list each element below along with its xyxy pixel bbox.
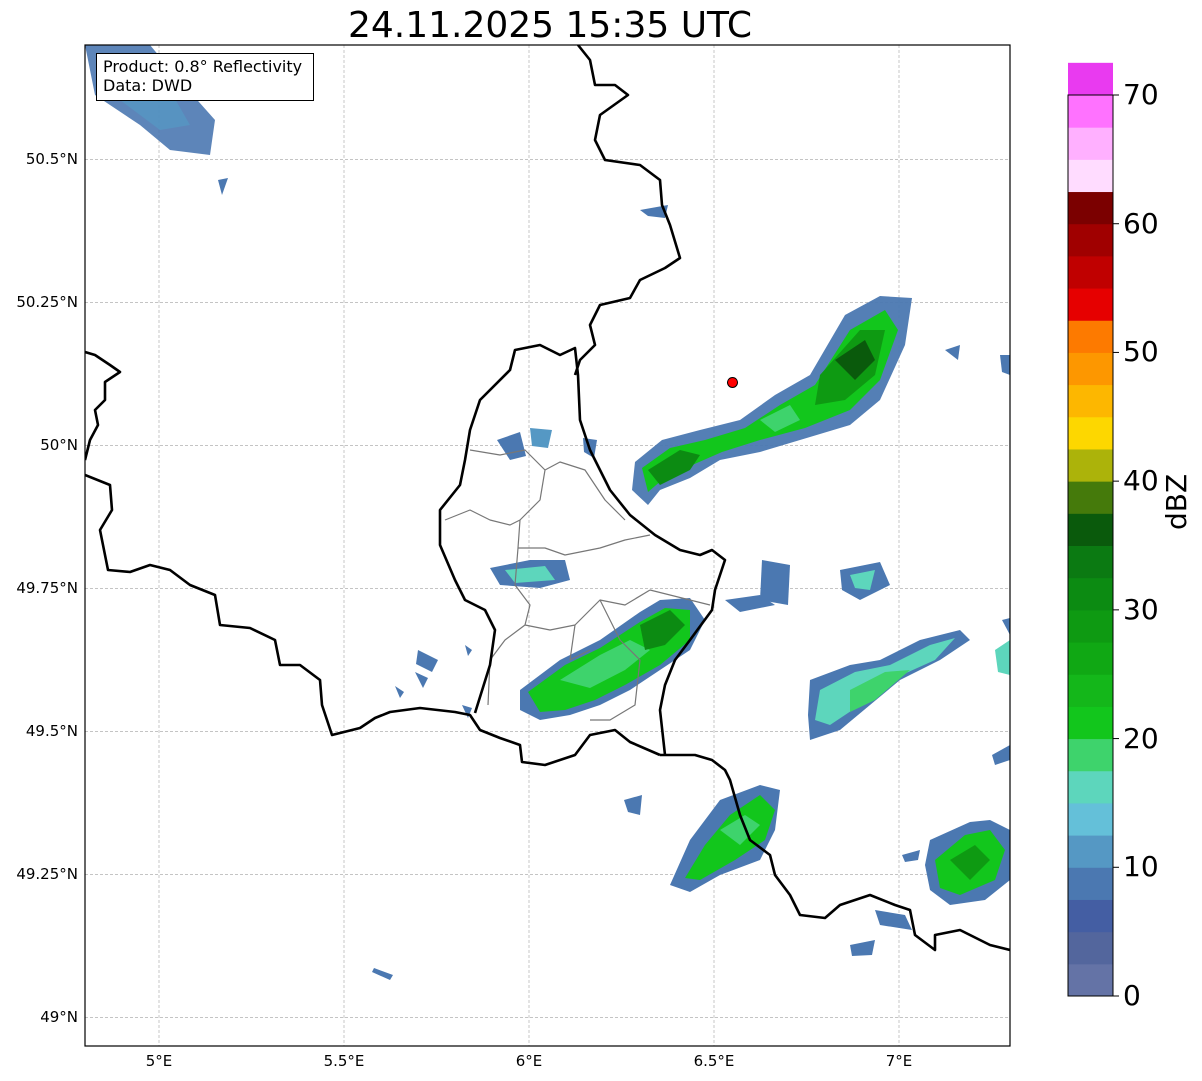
colorbar-unit-label: dBZ (1160, 473, 1193, 530)
colorbar-segment (1068, 513, 1113, 546)
data-source-label: Data: DWD (103, 76, 193, 95)
lon-tick-label: 7°E (885, 1052, 913, 1070)
colorbar-segment (1068, 288, 1113, 321)
lon-tick-label: 6.5°E (693, 1052, 735, 1070)
radar-map[interactable] (0, 0, 1202, 1081)
colorbar-segment (1068, 674, 1113, 707)
colorbar-segment (1068, 95, 1113, 128)
lat-tick-label: 50.25°N (16, 293, 78, 312)
colorbar-segment (1068, 770, 1113, 804)
colorbar-segment (1068, 255, 1113, 289)
colorbar-segment (1068, 545, 1113, 579)
colorbar-tick-label: 70 (1123, 78, 1159, 111)
colorbar-segment (1068, 384, 1113, 418)
colorbar-segment (1068, 448, 1113, 482)
colorbar-segment (1068, 62, 1113, 96)
lat-tick-label: 50°N (40, 436, 78, 455)
product-label: Product: 0.8° Reflectivity (103, 57, 303, 76)
colorbar-tick-label: 0 (1123, 979, 1141, 1012)
radar-site-marker (727, 376, 738, 388)
colorbar-segment (1068, 223, 1113, 257)
product-info-box: Product: 0.8° Reflectivity Data: DWD (96, 53, 314, 101)
lat-tick-label: 49°N (40, 1008, 78, 1027)
lat-tick-label: 49.75°N (16, 579, 78, 598)
colorbar-segment (1068, 191, 1113, 225)
lat-tick-label: 50.5°N (25, 150, 78, 169)
lat-tick-label: 49.25°N (16, 865, 78, 884)
colorbar-segment (1068, 642, 1113, 675)
colorbar-segment (1068, 481, 1113, 514)
colorbar-segment (1068, 609, 1113, 643)
colorbar-segment (1068, 706, 1113, 740)
colorbar-segment (1068, 931, 1113, 965)
colorbar-segment (1068, 867, 1113, 900)
colorbar-tick-label: 60 (1123, 206, 1159, 240)
colorbar-tick-label: 40 (1123, 464, 1159, 498)
colorbar-segment (1068, 835, 1113, 868)
colorbar-tick-label: 30 (1123, 592, 1159, 626)
colorbar-segment (1068, 416, 1113, 450)
colorbar-segment (1068, 738, 1113, 772)
colorbar-segment (1068, 159, 1113, 193)
colorbar-segment (1068, 352, 1113, 386)
lon-tick-label: 5°E (145, 1052, 173, 1070)
colorbar-tick-label: 10 (1123, 850, 1159, 884)
colorbar-tick-label: 20 (1123, 721, 1159, 755)
colorbar (1067, 62, 1119, 997)
colorbar-segment (1068, 127, 1113, 160)
colorbar-segment (1068, 802, 1113, 836)
lon-tick-label: 5.5°E (323, 1052, 365, 1070)
colorbar-segment (1068, 577, 1113, 611)
colorbar-segment (1068, 963, 1113, 997)
colorbar-tick-label: 50 (1123, 335, 1159, 369)
lat-tick-label: 49.5°N (25, 722, 78, 741)
colorbar-segment (1068, 320, 1113, 353)
lon-tick-label: 6°E (515, 1052, 543, 1070)
colorbar-segment (1068, 899, 1113, 933)
